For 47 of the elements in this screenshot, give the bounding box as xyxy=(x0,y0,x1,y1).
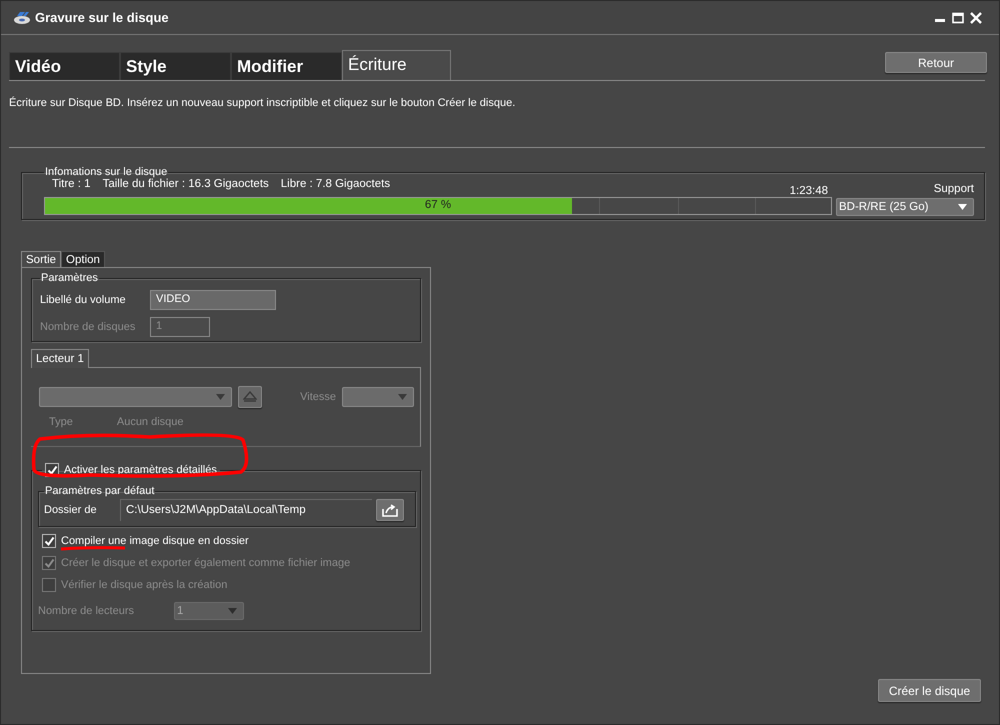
field-label: Dossier de xyxy=(44,504,98,516)
group-title: Paramètres par défaut xyxy=(44,485,156,497)
checkbox-label: Activer les paramètres détaillés xyxy=(64,464,217,476)
duration-text: 1:23:48 xyxy=(790,185,828,194)
support-dropdown[interactable]: BD-R/RE (25 Go) xyxy=(836,198,974,216)
input-field[interactable]: VIDEO xyxy=(150,290,276,310)
disc-summary-text: Libre : 7.8 Gigaoctets xyxy=(280,178,390,192)
back-button[interactable]: Retour xyxy=(885,52,987,73)
type-label: Type xyxy=(49,416,73,428)
create-disc-button[interactable]: Créer le disque xyxy=(878,679,981,702)
checkbox[interactable] xyxy=(42,534,56,548)
close-icon[interactable] xyxy=(969,10,983,24)
tab[interactable]: Option xyxy=(61,251,105,268)
maximize-icon[interactable] xyxy=(951,10,965,24)
checkbox-label: Vérifier le disque après la création xyxy=(61,579,228,591)
tab[interactable]: Modifier xyxy=(231,52,342,80)
eject-icon xyxy=(243,391,257,403)
folder-path-field[interactable]: C:\Users\J2M\AppData\Local\Temp xyxy=(120,499,372,521)
tab[interactable]: Lecteur 1 xyxy=(31,349,89,368)
field-label: Libellé du volume xyxy=(40,294,127,306)
type-value: Aucun disque xyxy=(116,416,184,428)
window-title: Gravure sur le disque xyxy=(35,10,169,25)
usage-percent-text: 67 % xyxy=(424,199,452,211)
tab[interactable]: Écriture xyxy=(342,50,451,80)
field-label: Nombre de lecteurs xyxy=(38,605,135,617)
caret-icon xyxy=(398,394,407,400)
tab[interactable]: Vidéo xyxy=(9,52,120,80)
browse-button[interactable] xyxy=(376,499,404,521)
speed-label: Vitesse xyxy=(300,391,336,403)
eject-button[interactable] xyxy=(238,386,262,408)
folder-arrow-icon xyxy=(382,504,398,516)
checkbox-label: Créer le disque et exporter également comme fichier image xyxy=(61,557,350,569)
tab[interactable]: Style xyxy=(120,52,231,80)
group-title: Infomations sur le disque xyxy=(44,166,168,178)
support-label: Support xyxy=(934,183,974,195)
group-title: Paramètres xyxy=(40,272,99,284)
caret-icon xyxy=(958,204,967,210)
disc-summary-text: Titre : 1 xyxy=(52,178,91,192)
field-label: Nombre de disques xyxy=(40,320,136,332)
disc-summary-text: Taille du fichier : 16.3 Gigaoctets xyxy=(102,178,269,192)
caret-icon xyxy=(216,394,225,400)
caret-icon xyxy=(228,608,237,614)
tab[interactable]: Sortie xyxy=(21,251,62,268)
hand-drawn-underline xyxy=(60,546,126,551)
checkbox-label: Compiler une image disque en dossier xyxy=(61,535,249,547)
disc-icon xyxy=(13,10,31,24)
description-text: Écriture sur Disque BD. Insérez un nouveau support inscriptible et cliquez sur le bouton Créer le disque. xyxy=(9,97,516,109)
